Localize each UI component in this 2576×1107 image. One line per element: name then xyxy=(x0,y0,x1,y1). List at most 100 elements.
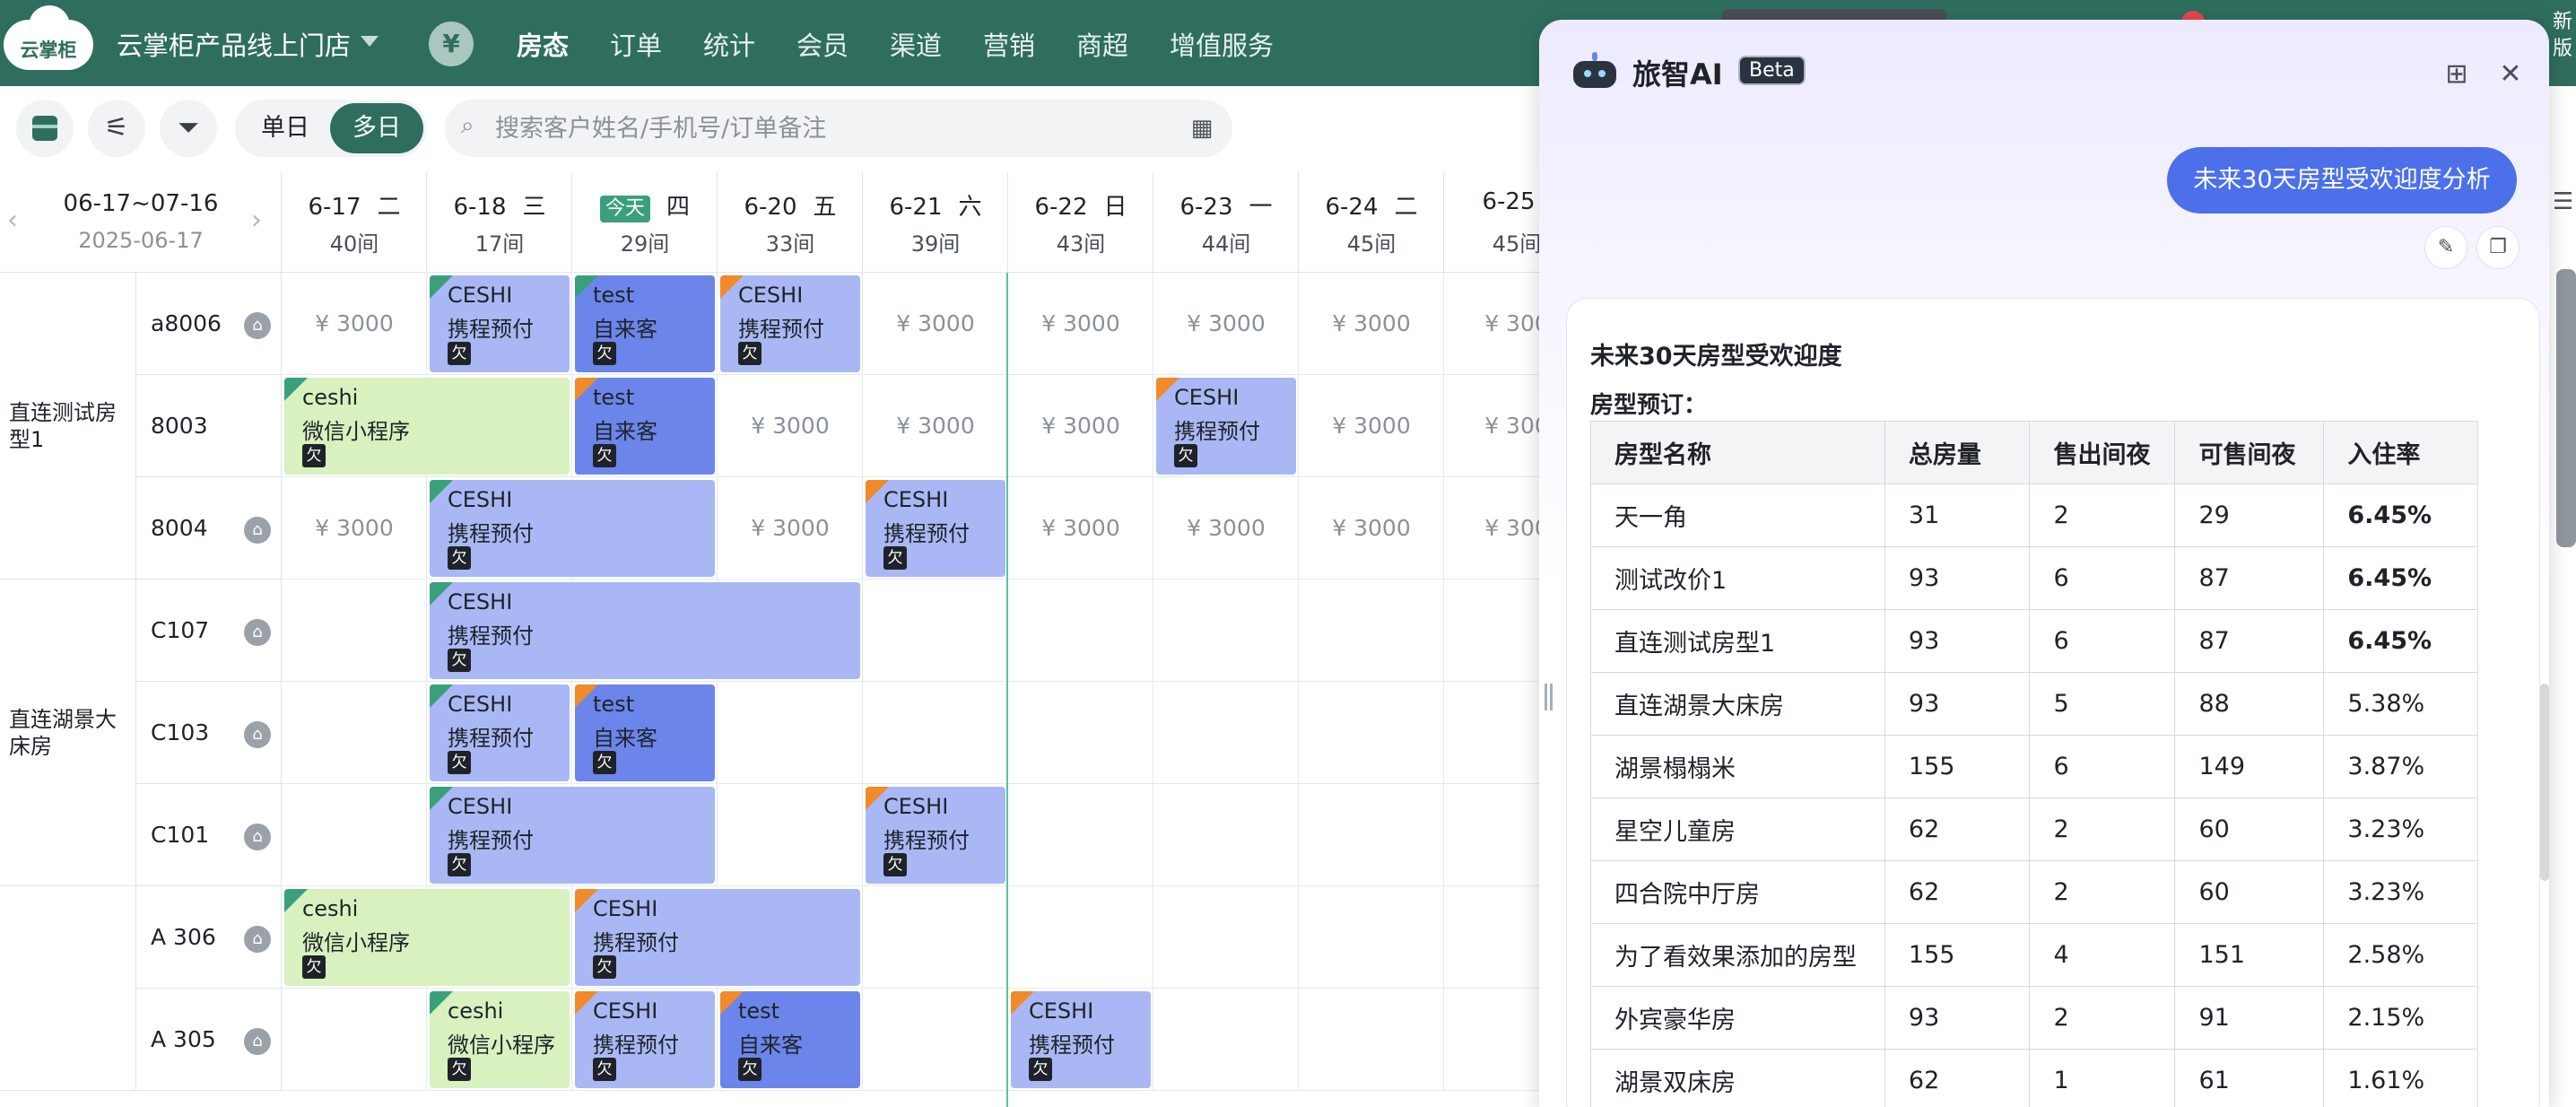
day-column-header[interactable]: 6-20 五 33间 xyxy=(718,172,863,273)
search-input[interactable] xyxy=(495,107,1177,150)
multi-day-tab[interactable]: 多日 xyxy=(330,103,423,153)
panel-scrollbar[interactable] xyxy=(2540,684,2549,881)
menu-icon[interactable]: ☰ xyxy=(2553,188,2573,215)
booking-block[interactable]: CESHI 携程预付欠 xyxy=(720,275,860,372)
vacant-price-cell[interactable]: ¥ 3000 xyxy=(1299,273,1444,375)
room-number-cell[interactable]: a8006 ⌂ xyxy=(136,273,282,375)
booking-block[interactable]: test 自来客欠 xyxy=(575,378,715,475)
vacant-price-cell[interactable]: ¥ 3000 xyxy=(282,477,427,580)
booking-block[interactable]: CESHI 携程预付欠 xyxy=(430,275,570,372)
new-chat-icon[interactable]: ⊞ xyxy=(2441,59,2472,90)
panel-resize-handle[interactable] xyxy=(1543,684,1553,710)
booking-block[interactable]: CESHI 携程预付欠 xyxy=(1156,378,1296,475)
currency-button[interactable]: ¥ xyxy=(429,22,474,66)
calendar-cell[interactable] xyxy=(718,784,863,886)
booking-block[interactable]: ceshi 微信小程序欠 xyxy=(284,378,570,475)
copy-icon[interactable]: ❐ xyxy=(2476,226,2519,269)
calendar-cell[interactable] xyxy=(1153,580,1299,682)
clean-status-icon[interactable]: ⌂ xyxy=(244,721,271,748)
nav-item[interactable]: 订单 xyxy=(610,25,662,63)
clean-status-icon[interactable]: ⌂ xyxy=(244,1028,271,1055)
room-number-cell[interactable]: C101 ⌂ xyxy=(136,784,282,886)
day-column-header[interactable]: 6-24 二 45间 xyxy=(1299,172,1444,273)
booking-block[interactable]: CESHI 携程预付欠 xyxy=(575,991,715,1088)
day-column-header[interactable]: 6-18 三 17间 xyxy=(427,172,572,273)
room-number-cell[interactable]: C103 ⌂ xyxy=(136,682,282,784)
nav-item[interactable]: 统计 xyxy=(703,25,755,63)
edit-icon[interactable]: ✎ xyxy=(2424,226,2467,269)
vacant-price-cell[interactable]: ¥ 300 xyxy=(1444,375,1543,477)
qr-scan-icon[interactable]: ▦ xyxy=(1186,112,1218,144)
calendar-cell[interactable] xyxy=(282,580,427,682)
calendar-cell[interactable] xyxy=(282,989,427,1091)
day-column-header[interactable]: 6-25 45间 xyxy=(1444,172,1543,273)
nav-item[interactable]: 渠道 xyxy=(890,25,942,63)
day-column-header[interactable]: 今天四 29间 xyxy=(572,172,718,273)
booking-block[interactable]: CESHI 携程预付欠 xyxy=(866,787,1005,884)
booking-block[interactable]: test 自来客欠 xyxy=(575,275,715,372)
booking-block[interactable]: CESHI 携程预付欠 xyxy=(430,787,715,884)
logo[interactable]: 云掌柜 xyxy=(4,5,93,70)
calendar-cell[interactable] xyxy=(1153,989,1299,1091)
booking-block[interactable]: CESHI 携程预付欠 xyxy=(866,480,1005,577)
calendar-cell[interactable] xyxy=(1008,580,1153,682)
vacant-price-cell[interactable]: ¥ 3000 xyxy=(1153,273,1299,375)
clean-status-icon[interactable]: ⌂ xyxy=(244,824,271,850)
calendar-cell[interactable] xyxy=(718,682,863,784)
calendar-cell[interactable] xyxy=(863,886,1008,989)
calendar-cell[interactable] xyxy=(282,682,427,784)
room-number-cell[interactable]: A 306 ⌂ xyxy=(136,886,282,989)
booking-block[interactable]: test 自来客欠 xyxy=(575,684,715,781)
room-number-cell[interactable]: 8003 xyxy=(136,375,282,477)
new-version-button[interactable]: 新版 xyxy=(2549,0,2576,86)
page-scrollbar[interactable] xyxy=(2556,269,2576,547)
day-column-header[interactable]: 6-23 一 44间 xyxy=(1153,172,1299,273)
booking-block[interactable]: CESHI 携程预付欠 xyxy=(430,582,860,679)
nav-item[interactable]: 营销 xyxy=(983,25,1035,63)
booking-block[interactable]: CESHI 携程预付欠 xyxy=(430,480,715,577)
calendar-cell[interactable] xyxy=(1299,784,1444,886)
clean-status-icon[interactable]: ⌂ xyxy=(244,312,271,339)
calendar-cell[interactable] xyxy=(1444,886,1543,989)
calendar-cell[interactable] xyxy=(1299,682,1444,784)
calendar-cell[interactable] xyxy=(863,989,1008,1091)
vacant-price-cell[interactable]: ¥ 3000 xyxy=(1008,273,1153,375)
calendar-cell[interactable] xyxy=(863,682,1008,784)
booking-block[interactable]: ceshi 微信小程序欠 xyxy=(284,889,570,986)
calendar-cell[interactable] xyxy=(1299,580,1444,682)
booking-block[interactable]: CESHI 携程预付欠 xyxy=(430,684,570,781)
room-number-cell[interactable]: A 305 ⌂ xyxy=(136,989,282,1091)
single-day-tab[interactable]: 单日 xyxy=(239,103,332,153)
calendar-cell[interactable] xyxy=(1444,580,1543,682)
nav-item[interactable]: 增值服务 xyxy=(1170,25,1274,63)
next-range-icon[interactable]: › xyxy=(251,205,262,236)
nav-item[interactable]: 房态 xyxy=(517,25,569,63)
calendar-cell[interactable] xyxy=(863,580,1008,682)
booking-block[interactable]: CESHI 携程预付欠 xyxy=(575,889,860,986)
calendar-cell[interactable] xyxy=(1444,989,1543,1091)
booking-block[interactable]: test 自来客欠 xyxy=(720,991,860,1088)
calendar-cell[interactable] xyxy=(1008,886,1153,989)
room-view-button[interactable] xyxy=(16,100,74,157)
vacant-price-cell[interactable]: ¥ 3000 xyxy=(282,273,427,375)
booking-block[interactable]: CESHI 携程预付欠 xyxy=(1011,991,1151,1088)
vacant-price-cell[interactable]: ¥ 3000 xyxy=(718,375,863,477)
vacant-price-cell[interactable]: ¥ 3000 xyxy=(1008,375,1153,477)
day-column-header[interactable]: 6-22 日 43间 xyxy=(1008,172,1153,273)
vacant-price-cell[interactable]: ¥ 3000 xyxy=(1299,375,1444,477)
day-column-header[interactable]: 6-21 六 39间 xyxy=(863,172,1008,273)
nav-item[interactable]: 商超 xyxy=(1076,25,1128,63)
clean-status-icon[interactable]: ⌂ xyxy=(244,517,271,544)
calendar-cell[interactable] xyxy=(282,784,427,886)
booking-block[interactable]: ceshi 微信小程序欠 xyxy=(430,991,570,1088)
settings-button[interactable]: ⚟ xyxy=(88,100,145,157)
nav-item[interactable]: 会员 xyxy=(796,25,849,63)
vacant-price-cell[interactable]: ¥ 3000 xyxy=(1153,477,1299,580)
calendar-cell[interactable] xyxy=(1008,784,1153,886)
calendar-cell[interactable] xyxy=(1153,784,1299,886)
vacant-price-cell[interactable]: ¥ 300 xyxy=(1444,273,1543,375)
room-number-cell[interactable]: C107 ⌂ xyxy=(136,580,282,682)
vacant-price-cell[interactable]: ¥ 3000 xyxy=(1299,477,1444,580)
calendar-cell[interactable] xyxy=(1153,886,1299,989)
calendar-cell[interactable] xyxy=(1008,682,1153,784)
